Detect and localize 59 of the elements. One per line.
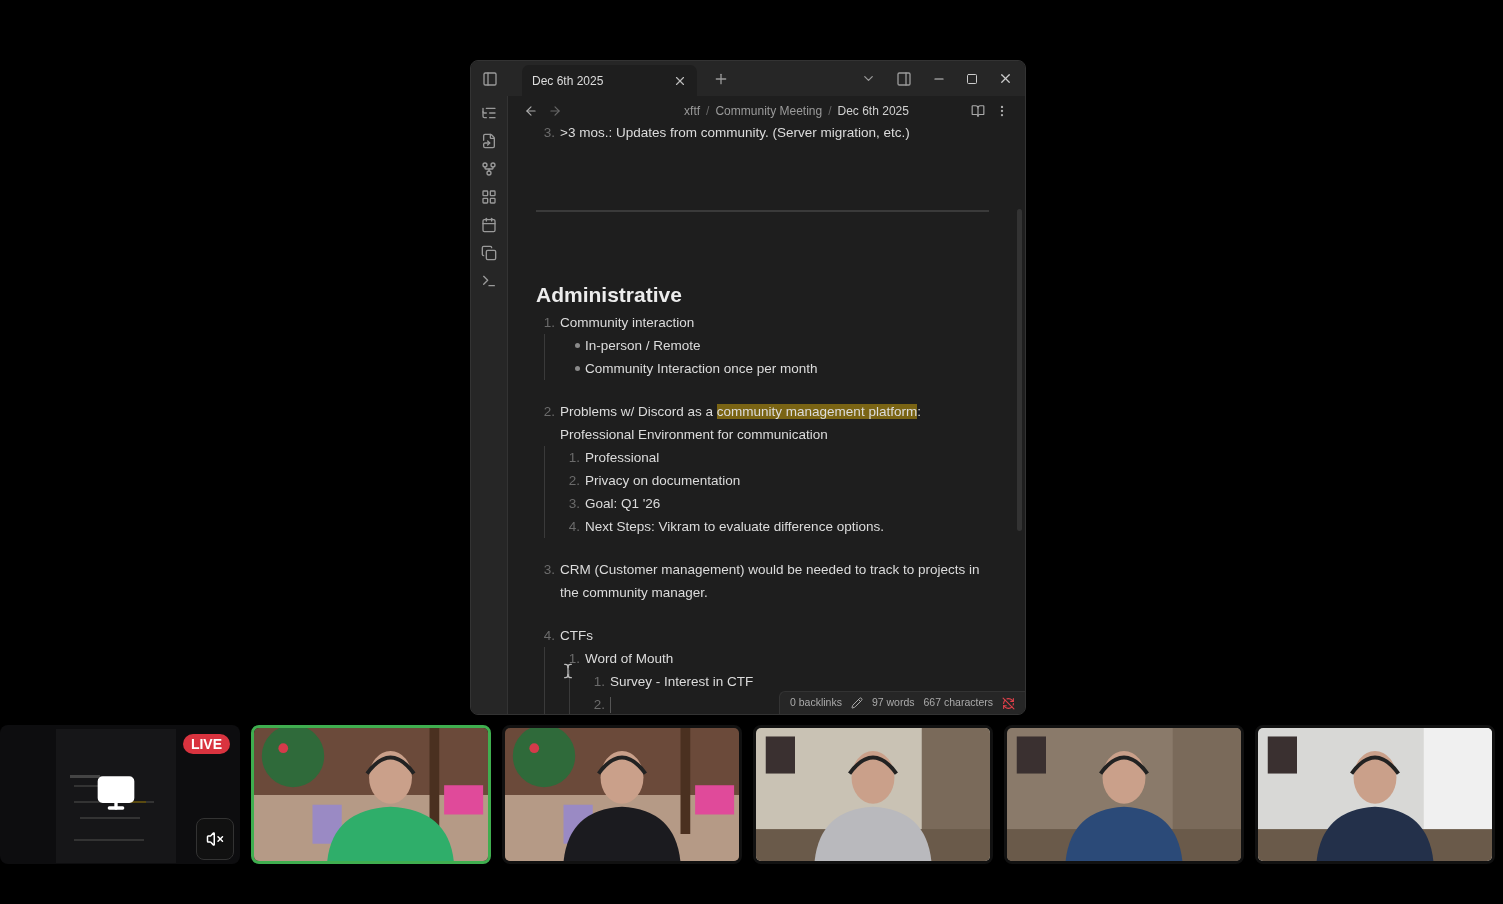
backlinks-count[interactable]: 0 backlinks xyxy=(789,695,842,711)
list-number: 4. xyxy=(543,627,555,645)
muted-speaker-icon xyxy=(206,830,224,848)
list-item-text: Word of Mouth xyxy=(585,650,674,668)
list-number: 1. xyxy=(568,449,580,467)
mute-button[interactable] xyxy=(196,818,234,860)
list-number: 2. xyxy=(593,696,605,714)
list-number: 1. xyxy=(568,650,580,668)
file-link-icon[interactable] xyxy=(481,133,497,149)
list-number: 3. xyxy=(543,561,555,579)
note-tab[interactable]: Dec 6th 2025 xyxy=(522,65,697,96)
pencil-icon[interactable] xyxy=(850,697,863,709)
path-separator: / xyxy=(706,103,710,120)
list-item-text: >3 mos.: Updates from community. (Server migration, etc.) xyxy=(560,126,910,142)
graph-icon[interactable] xyxy=(481,161,497,177)
list-item-text: In-person / Remote xyxy=(585,337,701,355)
monitor-icon xyxy=(96,773,136,813)
screen-share-tile[interactable]: LIVE xyxy=(0,725,240,864)
list-item-text: Next Steps: Vikram to evaluate difference options. xyxy=(585,518,884,536)
sync-off-icon[interactable] xyxy=(1002,696,1015,710)
list-item-text: Professional xyxy=(585,449,660,467)
breadcrumb-item[interactable]: xftf xyxy=(684,102,701,120)
outline-icon[interactable] xyxy=(481,105,497,121)
sidebar-toggle-icon[interactable] xyxy=(481,70,498,87)
path-separator: / xyxy=(828,103,832,120)
list-number: 1. xyxy=(593,673,605,691)
right-sidebar-icon[interactable] xyxy=(896,70,912,87)
close-icon[interactable] xyxy=(998,71,1013,86)
back-icon[interactable] xyxy=(524,104,538,118)
word-count: 97 words xyxy=(871,695,915,711)
list-number: 2. xyxy=(568,472,580,490)
text-caret xyxy=(610,697,611,713)
list-number: 3. xyxy=(568,495,580,513)
list-item-text: CTFs xyxy=(560,627,593,645)
list-item-text: Goal: Q1 '26 xyxy=(585,495,661,513)
forward-icon[interactable] xyxy=(548,104,562,118)
section-heading: Administrative xyxy=(536,282,683,308)
list-item-text: Problems w/ Discord as a community management platform: Professional Environment for communication xyxy=(560,403,922,444)
live-badge: LIVE xyxy=(182,734,230,754)
terminal-icon[interactable] xyxy=(481,273,497,289)
list-item-text: CRM (Customer management) would be needed to track to projects in the community manager. xyxy=(560,561,981,602)
list-item-text: Survey - Interest in CTF xyxy=(610,673,754,691)
character-count: 667 characters xyxy=(923,695,993,711)
reading-view-icon[interactable] xyxy=(971,104,985,118)
copy-icon[interactable] xyxy=(481,245,497,261)
list-number: 3. xyxy=(542,126,556,142)
list-item-text: Community Interaction once per month xyxy=(585,360,818,378)
list-number: 1. xyxy=(543,314,555,332)
breadcrumb-item[interactable]: Dec 6th 2025 xyxy=(837,102,909,120)
list-number: 2. xyxy=(543,403,555,421)
calendar-icon[interactable] xyxy=(481,217,497,233)
list-number: 4. xyxy=(568,518,580,536)
list-item-text: Community interaction xyxy=(560,314,695,332)
bullet-icon xyxy=(575,343,580,348)
maximize-icon[interactable] xyxy=(966,72,978,85)
bullet-icon xyxy=(575,366,580,371)
list-item-text: Privacy on documentation xyxy=(585,472,741,490)
breadcrumb-item[interactable]: Community Meeting xyxy=(715,102,823,120)
grid-icon[interactable] xyxy=(481,189,497,205)
